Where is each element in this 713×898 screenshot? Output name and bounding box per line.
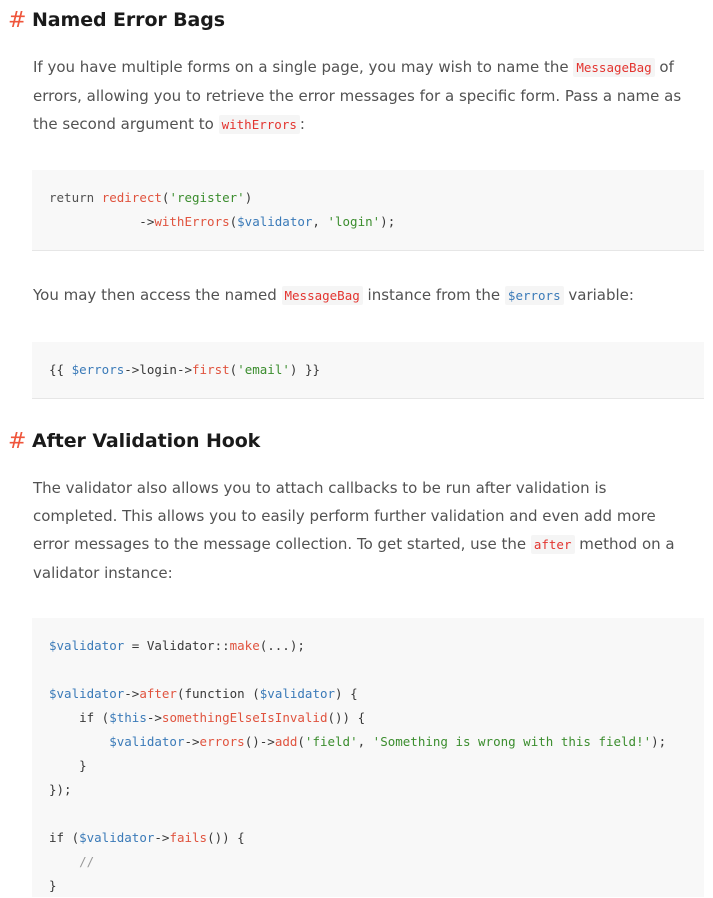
inline-code: withErrors [218, 115, 300, 134]
para-line: error messages to the message collection… [33, 535, 675, 554]
code-line: if ($this->somethingElseIsInvalid()) { [49, 710, 366, 725]
para-line: completed. This allows you to easily per… [33, 507, 656, 525]
code-line: if ($validator->fails()) { [49, 830, 245, 845]
section-heading-after-validation-hook: # After Validation Hook [8, 427, 260, 455]
code-line: {{ $errors->login->first('email') }} [49, 362, 320, 377]
heading-title: Named Error Bags [32, 9, 225, 31]
heading-title: After Validation Hook [32, 430, 261, 452]
code-line: }); [49, 782, 72, 797]
anchor-hash-icon[interactable]: # [8, 8, 32, 33]
para-line: You may then access the named MessageBag… [33, 286, 634, 305]
code-line: $validator = Validator::make(...); [49, 638, 305, 653]
inline-code: after [530, 535, 575, 554]
para-line: the second argument to withErrors: [33, 115, 305, 134]
code-block: return redirect('register') ->withErrors… [32, 170, 704, 251]
para-line: errors, allowing you to retrieve the err… [33, 87, 682, 105]
code-line: return redirect('register') [49, 190, 253, 205]
paragraph-named-error-bags: If you have multiple forms on a single p… [33, 53, 698, 139]
para-line: If you have multiple forms on a single p… [33, 58, 674, 77]
code-line: $validator->after(function ($validator) … [49, 686, 358, 701]
inline-code: MessageBag [281, 286, 363, 305]
para-line: validator instance: [33, 564, 173, 582]
inline-code: $errors [504, 286, 564, 305]
paragraph-access-messagebag: You may then access the named MessageBag… [33, 281, 698, 310]
inline-code: MessageBag [573, 58, 655, 77]
para-line: The validator also allows you to attach … [33, 479, 607, 497]
code-line: } [49, 878, 57, 893]
code-line: $validator->errors()->add('field', 'Some… [109, 734, 667, 749]
anchor-hash-icon[interactable]: # [8, 429, 32, 454]
code-line: } [49, 758, 87, 773]
code-line: // [49, 854, 95, 869]
code-block: $validator = Validator::make(...); $vali… [32, 618, 704, 897]
code-block: {{ $errors->login->first('email') }} [32, 342, 704, 399]
code-line: ->withErrors($validator, 'login'); [49, 214, 396, 229]
section-heading-named-error-bags: # Named Error Bags [8, 6, 225, 34]
paragraph-after-validation: The validator also allows you to attach … [33, 474, 698, 587]
